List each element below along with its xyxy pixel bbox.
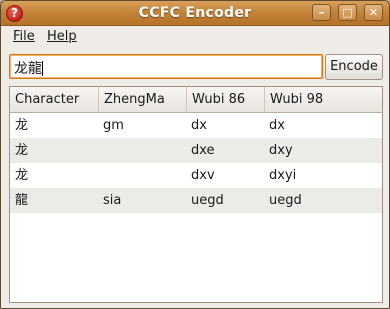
maximize-button[interactable]: □: [338, 4, 357, 21]
column-header-wubi86[interactable]: Wubi 86: [186, 87, 264, 112]
table-cell: 龙: [15, 118, 29, 133]
table-cell: gm: [103, 118, 124, 133]
table-cell: uegd: [191, 193, 224, 208]
table-cell: dx: [269, 118, 285, 133]
table-cell: sia: [103, 193, 122, 208]
table-row[interactable]: 龙 gm dx dx: [10, 113, 382, 138]
column-header-zhengma[interactable]: ZhengMa: [98, 87, 186, 112]
character-input-value: 龙龍: [14, 61, 42, 77]
table-row[interactable]: 龍 sia uegd uegd: [10, 188, 382, 213]
menu-file[interactable]: File: [13, 29, 35, 44]
results-table: Character ZhengMa Wubi 86 Wubi 98 龙 gm d…: [9, 86, 383, 303]
table-cell: 龙: [15, 143, 29, 158]
table-cell: [98, 138, 186, 163]
menu-help-label: Help: [47, 29, 77, 44]
table-cell: uegd: [269, 193, 302, 208]
table-cell: [98, 163, 186, 188]
table-cell: dx: [191, 118, 207, 133]
encode-button[interactable]: Encode: [325, 54, 383, 80]
minimize-button[interactable]: –: [312, 4, 331, 21]
column-header-character[interactable]: Character: [10, 87, 98, 112]
table-cell: 龍: [15, 193, 29, 208]
character-input[interactable]: 龙龍: [9, 54, 323, 79]
text-caret: [42, 61, 43, 76]
close-button[interactable]: ✕: [364, 4, 383, 21]
column-header-wubi98[interactable]: Wubi 98: [264, 87, 382, 112]
table-cell: dxyi: [269, 168, 297, 183]
table-cell: dxv: [191, 168, 215, 183]
main-window: ? CCFC Encoder – □ ✕ File Help 龙龍 Encode…: [0, 0, 390, 309]
table-row[interactable]: 龙 dxe dxy: [10, 138, 382, 163]
menu-help[interactable]: Help: [47, 29, 77, 44]
table-cell: dxy: [269, 143, 293, 158]
table-row[interactable]: 龙 dxv dxyi: [10, 163, 382, 188]
title-bar[interactable]: ? CCFC Encoder – □ ✕: [1, 1, 389, 26]
menu-bar: File Help: [1, 26, 389, 48]
table-cell: dxe: [191, 143, 215, 158]
menu-file-label: File: [13, 29, 35, 44]
table-cell: 龙: [15, 168, 29, 183]
table-header: Character ZhengMa Wubi 86 Wubi 98: [10, 87, 382, 113]
